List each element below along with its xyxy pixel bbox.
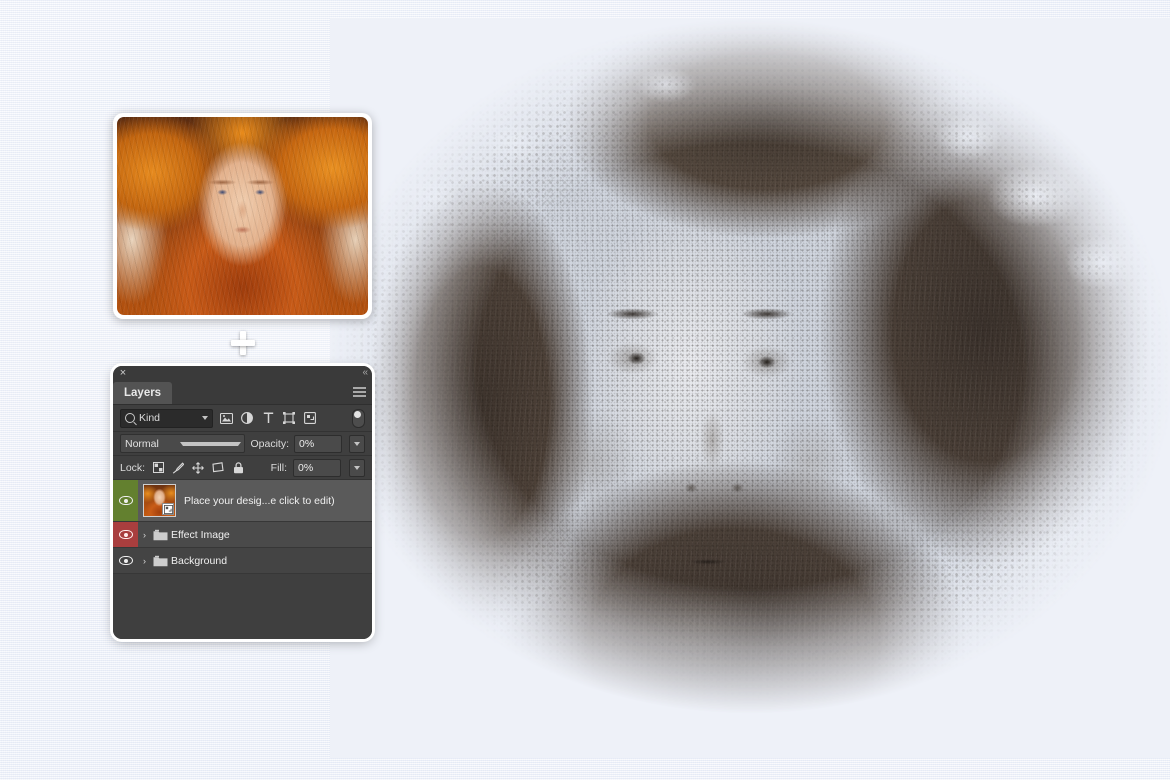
panel-footer	[113, 574, 372, 604]
smart-object-badge-icon	[162, 503, 174, 515]
screenshot-canvas: × « Layers Kind Normal Opacity: 0% Lock:…	[0, 0, 1170, 780]
eye-icon	[118, 556, 133, 565]
lock-position-icon[interactable]	[191, 461, 205, 475]
layer-name: Place your desig...e click to edit)	[184, 494, 335, 507]
chevron-down-icon	[354, 465, 360, 470]
collapse-icon[interactable]: «	[362, 367, 367, 379]
layers-list: Place your desig...e click to edit) › Ef…	[113, 480, 372, 639]
filter-shape-icon[interactable]	[281, 410, 297, 426]
folder-icon	[151, 554, 169, 568]
lock-artboard-icon[interactable]	[211, 461, 225, 475]
chevron-down-icon	[354, 441, 360, 446]
opacity-input[interactable]: 0%	[294, 434, 342, 453]
filter-kind-label: Kind	[139, 412, 161, 424]
layer-visibility-toggle[interactable]	[113, 480, 138, 521]
chevron-down-icon	[179, 441, 241, 446]
close-icon[interactable]: ×	[117, 367, 129, 379]
lock-transparency-icon[interactable]	[151, 461, 165, 475]
table-row[interactable]: › Effect Image	[113, 522, 372, 548]
lock-label: Lock:	[120, 461, 146, 474]
chevron-right-icon[interactable]: ›	[138, 556, 151, 566]
artwork-edge-fade	[330, 18, 1170, 758]
blend-mode-value: Normal	[125, 437, 159, 450]
tab-layers[interactable]: Layers	[113, 382, 173, 404]
source-photo-card	[113, 113, 372, 319]
fill-input[interactable]: 0%	[293, 458, 341, 477]
filter-smart-object-icon[interactable]	[302, 410, 318, 426]
table-row[interactable]: Place your desig...e click to edit)	[113, 480, 372, 522]
blend-mode-select[interactable]: Normal	[120, 434, 246, 453]
filter-kind-select[interactable]: Kind	[120, 408, 213, 428]
filter-adjustment-icon[interactable]	[239, 410, 255, 426]
source-photo-image	[117, 117, 368, 315]
chevron-down-icon	[202, 416, 208, 420]
filter-pixel-icon[interactable]	[218, 410, 234, 426]
filter-type-icon[interactable]	[260, 410, 276, 426]
table-row[interactable]: › Background	[113, 548, 372, 574]
chevron-right-icon[interactable]: ›	[138, 530, 151, 540]
lock-all-icon[interactable]	[231, 461, 245, 475]
source-photo-face-details	[117, 117, 368, 315]
layer-visibility-toggle[interactable]	[113, 548, 138, 573]
layer-visibility-toggle[interactable]	[113, 522, 138, 547]
layer-name: Background	[171, 554, 228, 567]
panel-menu-icon[interactable]	[353, 387, 366, 398]
fill-label: Fill:	[270, 461, 287, 474]
search-icon	[125, 413, 135, 423]
opacity-stepper[interactable]	[349, 434, 365, 453]
opacity-label: Opacity:	[250, 437, 289, 450]
filter-toggle-switch[interactable]	[352, 408, 365, 428]
folder-icon	[151, 528, 169, 542]
lock-paint-icon[interactable]	[171, 461, 185, 475]
lock-row: Lock: Fill: 0%	[113, 456, 372, 480]
panel-titlebar: × «	[113, 366, 372, 382]
layer-thumbnail	[143, 484, 176, 517]
panel-tab-bar: Layers	[113, 382, 372, 405]
layer-filter-row: Kind	[113, 405, 372, 432]
layers-panel: × « Layers Kind Normal Opacity: 0% Lock:…	[113, 366, 372, 639]
eye-icon	[118, 530, 133, 539]
artwork-preview	[330, 18, 1170, 758]
blend-mode-row: Normal Opacity: 0%	[113, 432, 372, 456]
layer-name: Effect Image	[171, 528, 230, 541]
fill-stepper[interactable]	[349, 458, 365, 477]
eye-icon	[118, 496, 133, 505]
plus-icon	[231, 331, 255, 355]
